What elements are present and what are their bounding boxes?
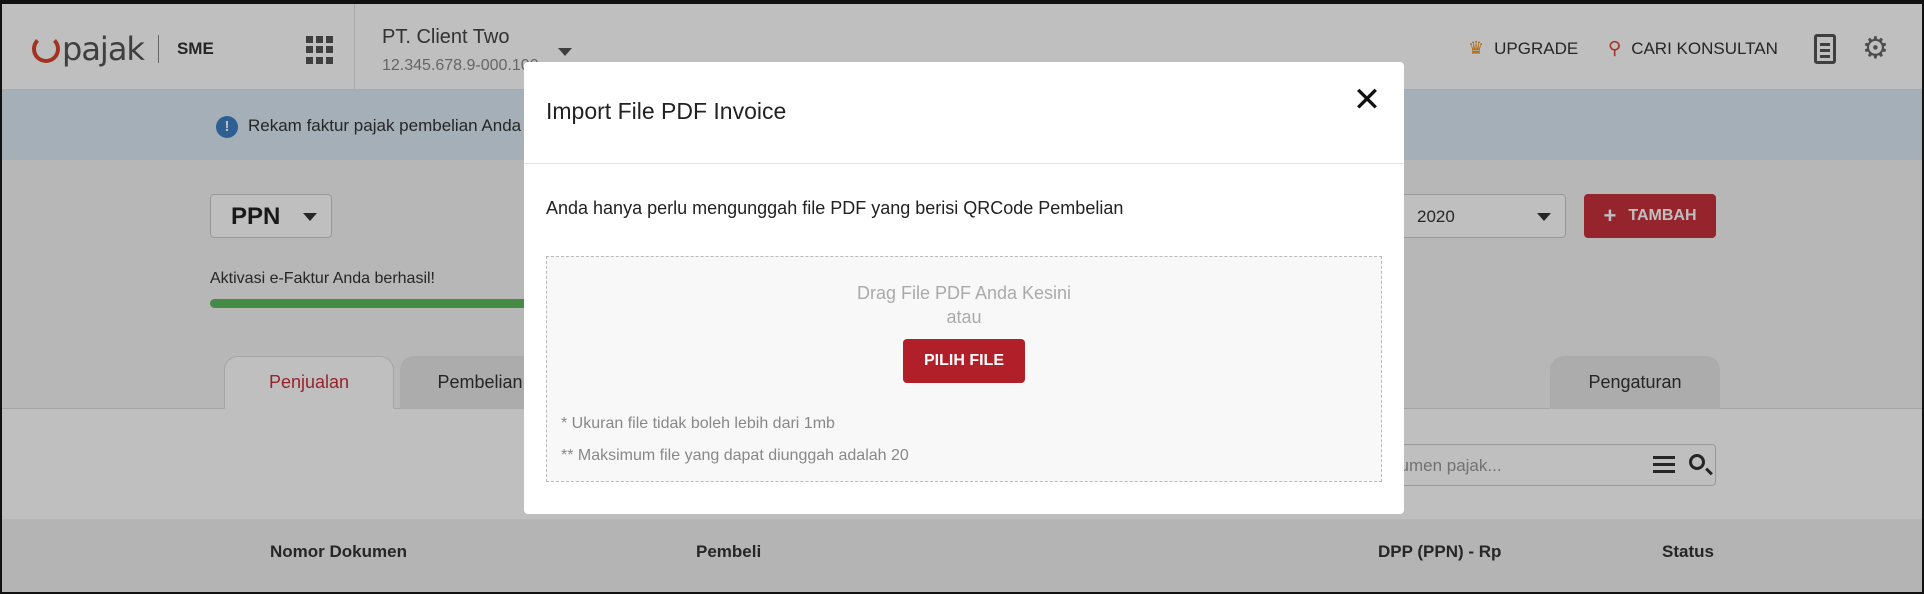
modal-header: Import File PDF Invoice ✕ (524, 62, 1404, 164)
note-max-files: ** Maksimum file yang dapat diunggah ada… (561, 447, 909, 464)
modal-title: Import File PDF Invoice (546, 98, 787, 124)
file-dropzone[interactable]: Drag File PDF Anda Kesini atau PILIH FIL… (546, 256, 1382, 482)
close-icon[interactable]: ✕ (1352, 83, 1382, 117)
import-pdf-modal: Import File PDF Invoice ✕ Anda hanya per… (524, 62, 1404, 514)
dropzone-or: atau (946, 307, 982, 327)
choose-file-button[interactable]: PILIH FILE (903, 339, 1025, 383)
window-frame: pajak SME PT. Client Two 12.345.678.9-00… (0, 0, 1924, 594)
dropzone-text: Drag File PDF Anda Kesini (856, 283, 1072, 303)
app: pajak SME PT. Client Two 12.345.678.9-00… (2, 4, 1922, 592)
note-file-size: * Ukuran file tidak boleh lebih dari 1mb (561, 415, 835, 432)
modal-description: Anda hanya perlu mengunggah file PDF yan… (546, 198, 1124, 218)
